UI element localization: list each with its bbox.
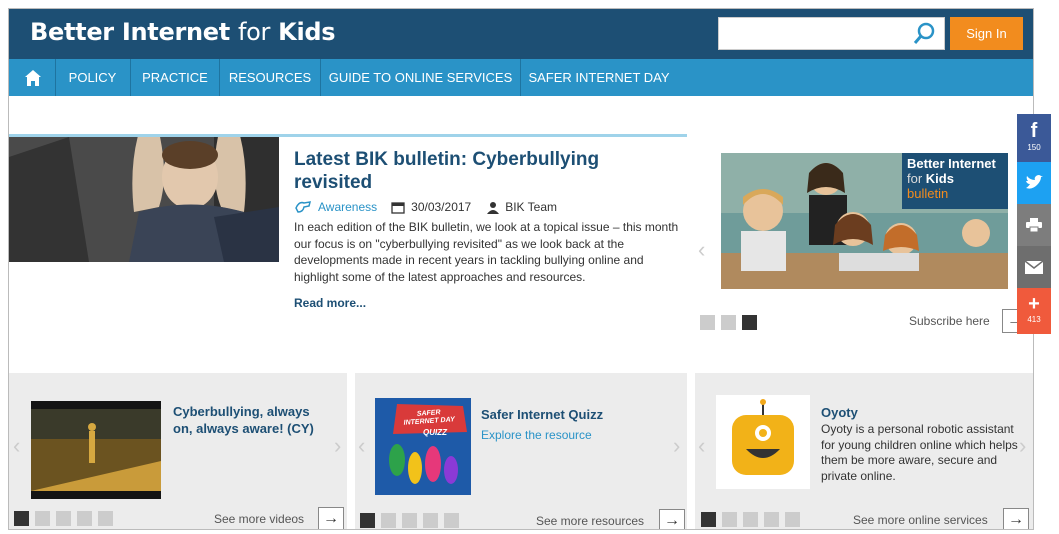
online-services-panel: ‹ Oyoty Oyoty is a personal robotic assi… xyxy=(695,373,1033,529)
services-dot-2[interactable] xyxy=(722,512,737,527)
see-more-videos-arrow-icon[interactable]: → xyxy=(318,507,344,529)
bullied-boy-illustration xyxy=(9,137,279,262)
nav-item-guide[interactable]: GUIDE TO ONLINE SERVICES xyxy=(321,59,521,96)
logo-text-better-internet: Better Internet xyxy=(30,18,230,46)
services-prev-chevron-icon[interactable]: ‹ xyxy=(698,433,705,459)
category-link[interactable]: Awareness xyxy=(318,200,377,214)
services-dot-4[interactable] xyxy=(764,512,779,527)
more-share-button[interactable]: + 413 xyxy=(1017,288,1051,334)
calendar-icon xyxy=(391,201,405,214)
bulletin-badge-line3: bulletin xyxy=(907,186,949,201)
resources-dot-5[interactable] xyxy=(444,513,459,528)
resources-pager xyxy=(360,513,459,528)
bulletin-pager xyxy=(700,315,757,330)
featured-summary: In each edition of the BIK bulletin, we … xyxy=(294,220,679,284)
page-frame: Better Internet for Kids Sign In POLICY … xyxy=(8,8,1034,530)
sign-in-button[interactable]: Sign In xyxy=(950,17,1023,50)
envelope-icon xyxy=(1024,260,1044,274)
video-thumbnail[interactable] xyxy=(31,401,161,499)
resources-dot-4[interactable] xyxy=(423,513,438,528)
services-pager xyxy=(701,512,800,527)
see-more-online-services-link[interactable]: See more online services xyxy=(853,513,988,527)
videos-dot-3[interactable] xyxy=(56,511,71,526)
resources-dot-3[interactable] xyxy=(402,513,417,528)
nav-item-practice[interactable]: PRACTICE xyxy=(131,59,220,96)
video-title[interactable]: Cyberbullying, always on, always aware! … xyxy=(173,403,323,437)
videos-dot-4[interactable] xyxy=(77,511,92,526)
header-bar: Better Internet for Kids Sign In xyxy=(9,9,1033,59)
facebook-share-button[interactable]: f 150 xyxy=(1017,114,1051,162)
bulletin-dot-2[interactable] xyxy=(721,315,736,330)
oyoty-thumbnail[interactable] xyxy=(716,395,810,489)
resources-dot-1[interactable] xyxy=(360,513,375,528)
bulletin-badge-kids: Kids xyxy=(925,171,954,186)
more-share-count: 413 xyxy=(1027,315,1041,324)
nav-item-policy[interactable]: POLICY xyxy=(55,59,131,96)
oyoty-title[interactable]: Oyoty xyxy=(821,404,858,421)
bulletin-badge-line1: Better Internet xyxy=(907,156,996,171)
bulletin-badge: Better Internet for Kids bulletin xyxy=(902,153,1008,209)
bulletin-dot-1[interactable] xyxy=(700,315,715,330)
bulletin-badge-line2: for Kids xyxy=(902,171,1008,186)
resources-dot-2[interactable] xyxy=(381,513,396,528)
quiz-logo-word: QUIZZ xyxy=(423,428,447,437)
see-more-resources-link[interactable]: See more resources xyxy=(536,514,644,528)
videos-dot-2[interactable] xyxy=(35,511,50,526)
email-share-button[interactable] xyxy=(1017,246,1051,288)
nav-item-safer-internet-day[interactable]: SAFER INTERNET DAY xyxy=(521,59,677,96)
facebook-icon: f xyxy=(1030,120,1038,142)
featured-image[interactable] xyxy=(9,137,279,262)
services-dot-5[interactable] xyxy=(785,512,800,527)
twitter-icon xyxy=(1026,175,1043,189)
hand-icon xyxy=(295,201,312,213)
site-logo[interactable]: Better Internet for Kids xyxy=(30,18,336,46)
resources-next-chevron-icon[interactable]: › xyxy=(673,433,680,459)
services-dot-1[interactable] xyxy=(701,512,716,527)
search-input[interactable] xyxy=(718,17,945,50)
services-next-chevron-icon[interactable]: › xyxy=(1019,433,1026,459)
plus-icon: + xyxy=(1028,293,1040,315)
see-more-services-arrow-icon[interactable]: → xyxy=(1003,508,1029,529)
bulletin-dot-3[interactable] xyxy=(742,315,757,330)
see-more-resources-arrow-icon[interactable]: → xyxy=(659,509,685,529)
home-icon xyxy=(25,70,41,86)
facebook-share-count: 150 xyxy=(1027,143,1041,152)
oyoty-robot-illustration xyxy=(716,395,810,489)
bulletin-prev-chevron-icon[interactable]: ‹ xyxy=(698,237,705,263)
search-icon[interactable] xyxy=(912,22,936,46)
oyoty-description: Oyoty is a personal robotic assistant fo… xyxy=(821,422,1018,483)
nav-item-resources[interactable]: RESOURCES xyxy=(220,59,321,96)
featured-date: 30/03/2017 xyxy=(411,200,472,214)
videos-dot-1[interactable] xyxy=(14,511,29,526)
user-icon xyxy=(487,201,500,214)
videos-prev-chevron-icon[interactable]: ‹ xyxy=(13,433,20,459)
explore-resource-link[interactable]: Explore the resource xyxy=(481,428,592,442)
resources-prev-chevron-icon[interactable]: ‹ xyxy=(358,433,365,459)
print-button[interactable] xyxy=(1017,204,1051,246)
videos-panel: ‹ Cyberbullying, always on, always aware… xyxy=(9,373,347,529)
bulletin-image[interactable]: Better Internet for Kids bulletin xyxy=(721,153,1008,289)
video-still xyxy=(31,401,161,499)
quiz-title[interactable]: Safer Internet Quizz xyxy=(481,406,603,423)
twitter-share-button[interactable] xyxy=(1017,162,1051,204)
bulletin-badge-for: for xyxy=(907,171,923,186)
videos-dot-5[interactable] xyxy=(98,511,113,526)
read-more-link[interactable]: Read more... xyxy=(294,296,366,310)
resources-panel: ‹ SAFER INTERNET DAY QUIZZ Safer Interne… xyxy=(355,373,687,529)
videos-pager xyxy=(14,511,113,526)
videos-next-chevron-icon[interactable]: › xyxy=(334,433,341,459)
services-dot-3[interactable] xyxy=(743,512,758,527)
logo-text-kids: Kids xyxy=(278,18,336,46)
featured-meta: Awareness 30/03/2017 BIK Team xyxy=(294,200,557,214)
print-icon xyxy=(1026,218,1042,233)
quiz-thumbnail[interactable]: SAFER INTERNET DAY QUIZZ xyxy=(375,398,471,495)
nav-home[interactable] xyxy=(9,59,56,96)
subscribe-link[interactable]: Subscribe here xyxy=(909,314,990,328)
main-nav: POLICY PRACTICE RESOURCES GUIDE TO ONLIN… xyxy=(9,59,1033,96)
featured-title[interactable]: Latest BIK bulletin: Cyberbullying revis… xyxy=(294,148,674,194)
featured-author: BIK Team xyxy=(505,200,558,214)
logo-text-for: for xyxy=(238,18,271,46)
see-more-videos-link[interactable]: See more videos xyxy=(214,512,304,526)
